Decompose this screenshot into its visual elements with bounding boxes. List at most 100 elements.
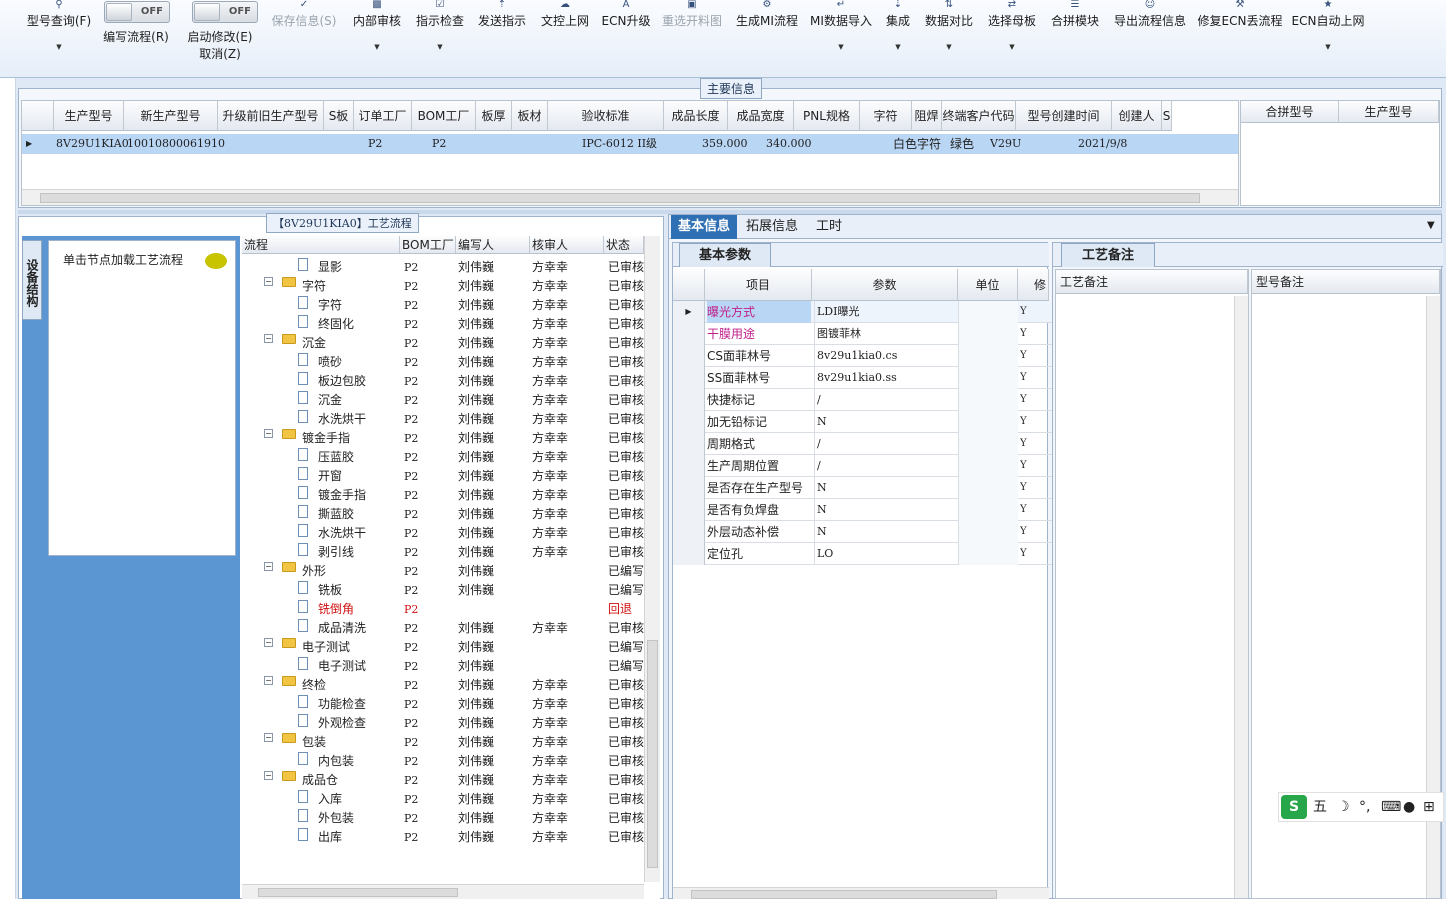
tree-row[interactable]: 成品清洗 P2 刘伟巍 方幸幸 已审核: [242, 619, 652, 638]
ecn-upgrade-button[interactable]: A ECN升级: [600, 0, 652, 29]
param-row[interactable]: 周期格式 / Y: [673, 433, 1053, 455]
tab-extended-info[interactable]: 拓展信息: [741, 215, 803, 239]
param-row[interactable]: 加无铅标记 N Y: [673, 411, 1053, 433]
grid-header[interactable]: 字符: [860, 101, 912, 131]
tree-row[interactable]: − 电子测试 P2 刘伟巍 已编写: [242, 638, 652, 657]
tree-row[interactable]: 水洗烘干 P2 刘伟巍 方幸幸 已审核: [242, 524, 652, 543]
grid-header[interactable]: 升级前旧生产型号: [218, 101, 324, 131]
gen-mi-button[interactable]: ⚙ 生成MI流程: [733, 0, 801, 29]
notes-vscroll[interactable]: [1234, 296, 1248, 898]
param-row[interactable]: CS面菲林号 8v29u1kia0.cs Y: [673, 345, 1053, 367]
device-structure-tab[interactable]: 设备结构: [22, 240, 42, 320]
tree-row[interactable]: 沉金 P2 刘伟巍 方幸幸 已审核: [242, 391, 652, 410]
grid-header[interactable]: S: [1162, 101, 1172, 131]
params-hscroll[interactable]: [673, 887, 1049, 899]
punctuation-icon[interactable]: °,: [1359, 793, 1370, 821]
ime-toolbar[interactable]: S 五 ☽ °, ⌨ ● ⊞: [1278, 792, 1444, 822]
tree-row[interactable]: − 沉金 P2 刘伟巍 方幸幸 已审核: [242, 334, 652, 353]
scroll-thumb[interactable]: [647, 640, 658, 868]
scroll-thumb[interactable]: [40, 193, 1200, 203]
grid-header[interactable]: 型号创建时间: [1016, 101, 1112, 131]
tree-row[interactable]: 功能检查 P2 刘伟巍 方幸幸 已审核: [242, 695, 652, 714]
tree-row[interactable]: 剥引线 P2 刘伟巍 方幸幸 已审核: [242, 543, 652, 562]
instruction-check-button[interactable]: ☑ 指示检查 ▼: [413, 0, 467, 51]
grid-header[interactable]: S板: [324, 101, 354, 131]
grid-header[interactable]: 阻焊: [912, 101, 942, 131]
tree-row[interactable]: − 成品仓 P2 刘伟巍 方幸幸 已审核: [242, 771, 652, 790]
head-unit[interactable]: 单位: [958, 269, 1018, 301]
param-value[interactable]: LO: [814, 543, 956, 565]
data-compare-button[interactable]: ⇅ 数据对比 ▼: [922, 0, 976, 51]
tree-row[interactable]: 显影 P2 刘伟巍 方幸幸 已审核: [242, 258, 652, 277]
grid-header[interactable]: PNL规格: [794, 101, 860, 131]
flow-header[interactable]: BOM工厂: [400, 236, 456, 254]
tree-row[interactable]: − 外形 P2 刘伟巍 已编写: [242, 562, 652, 581]
keyboard-icon[interactable]: ⌨: [1381, 793, 1401, 821]
edit-flow-toggle[interactable]: OFF: [104, 1, 170, 23]
grid-header[interactable]: 新生产型号: [124, 101, 218, 131]
param-value[interactable]: N: [814, 499, 956, 521]
merge-head-prod[interactable]: 生产型号: [1339, 101, 1439, 123]
tree-row[interactable]: 水洗烘干 P2 刘伟巍 方幸幸 已审核: [242, 410, 652, 429]
ecn-auto-button[interactable]: ★ ECN自动上网 ▼: [1290, 0, 1366, 51]
subtab-basic-params[interactable]: 基本参数: [679, 243, 771, 267]
tab-work-hours[interactable]: 工时: [809, 215, 849, 239]
tree-row[interactable]: 内包装 P2 刘伟巍 方幸幸 已审核: [242, 752, 652, 771]
send-instruction-button[interactable]: ⇡ 发送指示: [475, 0, 529, 29]
user-icon[interactable]: ●: [1403, 793, 1415, 821]
param-value[interactable]: 图镀菲林: [814, 323, 956, 345]
tree-row[interactable]: 外包装 P2 刘伟巍 方幸幸 已审核: [242, 809, 652, 828]
scroll-thumb[interactable]: [691, 890, 997, 899]
chevron-down-icon[interactable]: ▼: [1427, 220, 1435, 231]
tree-row[interactable]: 外观检查 P2 刘伟巍 方幸幸 已审核: [242, 714, 652, 733]
grid-header[interactable]: 创建人: [1112, 101, 1162, 131]
merge-module-button[interactable]: ☰ 合拼模块: [1047, 0, 1103, 29]
param-value[interactable]: N: [814, 477, 956, 499]
start-modify-toggle[interactable]: OFF: [192, 1, 258, 23]
flow-header[interactable]: 流程: [242, 236, 400, 254]
flow-header[interactable]: 核审人: [530, 236, 604, 254]
select-mother-button[interactable]: ⇄ 选择母板 ▼: [985, 0, 1039, 51]
merge-head-merge[interactable]: 合拼型号: [1241, 101, 1339, 123]
tab-basic-info[interactable]: 基本信息: [671, 215, 737, 239]
param-row[interactable]: 干膜用途 图镀菲林 Y: [673, 323, 1053, 345]
grid-header[interactable]: 成品长度: [664, 101, 728, 131]
grid-header[interactable]: BOM工厂: [412, 101, 476, 131]
tree-row[interactable]: 字符 P2 刘伟巍 方幸幸 已审核: [242, 296, 652, 315]
tree-row[interactable]: 板边包胶 P2 刘伟巍 方幸幸 已审核: [242, 372, 652, 391]
flow-header[interactable]: 编写人: [456, 236, 530, 254]
mi-import-button[interactable]: ↵ MI数据导入 ▼: [808, 0, 874, 51]
flow-header[interactable]: 状态: [604, 236, 644, 254]
tree-row[interactable]: 电子测试 P2 刘伟巍 已编写: [242, 657, 652, 676]
tree-row[interactable]: 终固化 P2 刘伟巍 方幸幸 已审核: [242, 315, 652, 334]
tree-row[interactable]: − 字符 P2 刘伟巍 方幸幸 已审核: [242, 277, 652, 296]
grid-header[interactable]: 成品宽度: [728, 101, 794, 131]
param-value[interactable]: 8v29u1kia0.cs: [814, 345, 956, 367]
param-value[interactable]: /: [814, 433, 956, 455]
grid-header[interactable]: 生产型号: [54, 101, 124, 131]
tree-row[interactable]: 喷砂 P2 刘伟巍 方幸幸 已审核: [242, 353, 652, 372]
tab-process-notes[interactable]: 工艺备注: [1061, 243, 1155, 267]
param-value[interactable]: /: [814, 455, 956, 477]
grid-header[interactable]: 终端客户代码: [942, 101, 1016, 131]
doc-online-button[interactable]: ☁ 文控上网: [538, 0, 592, 29]
tree-row[interactable]: 出库 P2 刘伟巍 方幸幸 已审核: [242, 828, 652, 847]
tree-row[interactable]: − 包装 P2 刘伟巍 方幸幸 已审核: [242, 733, 652, 752]
tree-row[interactable]: 入库 P2 刘伟巍 方幸幸 已审核: [242, 790, 652, 809]
flow-vscroll[interactable]: [644, 236, 660, 882]
param-value[interactable]: LDI曝光: [814, 301, 956, 323]
param-row[interactable]: 外层动态补偿 N Y: [673, 521, 1053, 543]
param-row[interactable]: 是否存在生产型号 N Y: [673, 477, 1053, 499]
grid-header[interactable]: 订单工厂: [354, 101, 412, 131]
reselect-cut-button[interactable]: ▣ 重选开料图: [658, 0, 726, 29]
scroll-thumb[interactable]: [258, 888, 458, 897]
process-notes-box[interactable]: 工艺备注: [1055, 269, 1249, 899]
moon-icon[interactable]: ☽: [1337, 793, 1350, 821]
internal-review-button[interactable]: ▩ 内部审核 ▼: [350, 0, 404, 51]
param-value[interactable]: /: [814, 389, 956, 411]
table-row[interactable]: ▶ 8V29U1KIA0 10010800061910 P2 P2 IPC-60…: [22, 134, 1238, 154]
tree-row[interactable]: 铣板 P2 刘伟巍 已编写: [242, 581, 652, 600]
param-row[interactable]: SS面菲林号 8v29u1kia0.ss Y: [673, 367, 1053, 389]
export-flow-button[interactable]: ☺ 导出流程信息: [1110, 0, 1190, 29]
grid-header[interactable]: 板厚: [476, 101, 512, 131]
